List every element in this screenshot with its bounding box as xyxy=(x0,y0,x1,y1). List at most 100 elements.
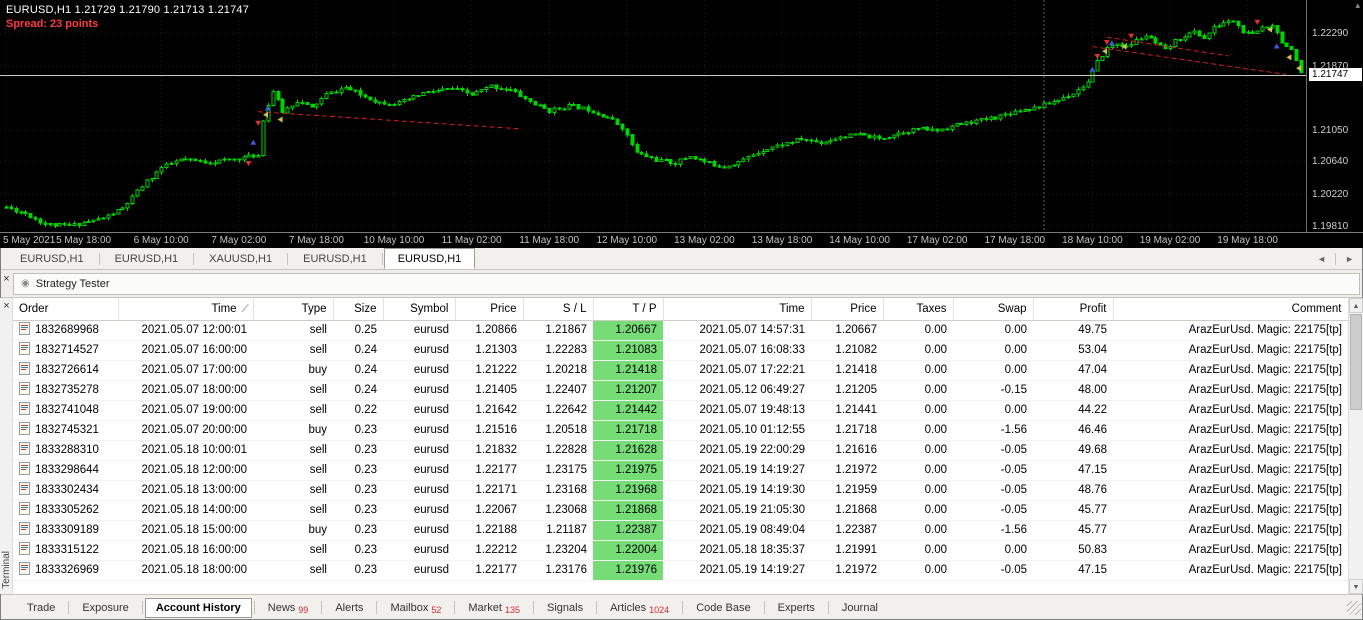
history-row[interactable]: 1833288310 2021.05.18 10:00:01 sell 0.23 eur… xyxy=(13,440,1348,461)
history-row[interactable]: 1833326969 2021.05.18 18:00:00 sell 0.23 eur… xyxy=(13,560,1348,581)
column-header-comment[interactable]: Comment xyxy=(1113,298,1348,321)
terminal-tab-alerts[interactable]: Alerts xyxy=(324,598,374,618)
chart-tab-eurusd-h1-0[interactable]: EURUSD,H1 xyxy=(6,248,98,269)
terminal-tab-mailbox[interactable]: Mailbox 52 xyxy=(379,598,452,618)
cell-comment: ArazEurUsd. Magic: 22175[tp] xyxy=(1113,340,1348,361)
trade-marker-icon xyxy=(250,139,257,145)
history-row[interactable]: 1833315122 2021.05.18 16:00:00 sell 0.23 eur… xyxy=(13,540,1348,561)
chart-tabs-scroll-right-icon[interactable]: ► xyxy=(1342,252,1357,266)
history-row[interactable]: 1832745321 2021.05.07 20:00:00 buy 0.23 euru… xyxy=(13,420,1348,441)
column-header-profit[interactable]: Profit xyxy=(1033,298,1114,321)
trade-marker-icon xyxy=(1094,54,1101,59)
trade-marker-icon xyxy=(1273,43,1280,49)
scroll-up-icon[interactable]: ▲ xyxy=(1349,298,1363,313)
history-row[interactable]: 1832714527 2021.05.07 16:00:00 sell 0.24 eur… xyxy=(13,340,1348,361)
resize-grip[interactable] xyxy=(1347,600,1361,615)
cell-price: 1.21082 xyxy=(811,340,883,361)
cell-swap: -0.05 xyxy=(953,560,1033,581)
chart-tab-eurusd-h1-4[interactable]: EURUSD,H1 xyxy=(383,248,476,269)
strategy-tester-header[interactable]: ◉ Strategy Tester xyxy=(13,272,1360,295)
terminal-tab-market[interactable]: Market 135 xyxy=(457,598,531,618)
chart-tab-eurusd-h1-1[interactable]: EURUSD,H1 xyxy=(101,248,193,269)
history-row[interactable]: 1832689968 2021.05.07 12:00:01 sell 0.25 eur… xyxy=(13,320,1348,341)
cell-time: 2021.05.19 14:19:27 xyxy=(663,460,811,481)
cell-time: 2021.05.19 21:05:30 xyxy=(663,500,811,521)
terminal-tab-news[interactable]: News 99 xyxy=(257,598,320,618)
history-row[interactable]: 1833305262 2021.05.18 14:00:00 sell 0.23 eur… xyxy=(13,500,1348,521)
history-row[interactable]: 1832726614 2021.05.07 17:00:00 buy 0.24 euru… xyxy=(13,360,1348,381)
order-note-icon xyxy=(19,442,30,458)
time-axis-label: 18 May 10:00 xyxy=(1062,235,1123,246)
sort-indicator-icon: ∕ xyxy=(244,302,247,315)
cell-price: 1.21222 xyxy=(455,360,523,381)
cell-comment: ArazEurUsd. Magic: 22175[tp] xyxy=(1113,320,1348,341)
chart-tab-xauusd-h1-2[interactable]: XAUUSD,H1 xyxy=(195,248,286,269)
column-header-price-close[interactable]: Price xyxy=(811,298,884,321)
cell-size: 0.24 xyxy=(333,360,383,381)
column-header-swap[interactable]: Swap xyxy=(953,298,1034,321)
tab-divider xyxy=(1335,252,1337,265)
terminal-tab-journal[interactable]: Journal xyxy=(831,598,889,618)
price-axis: ▴ 1.21747 1.22290 1.21870 1.21050 1.20640 1.… xyxy=(1306,0,1363,232)
column-header-size[interactable]: Size xyxy=(333,298,384,321)
cell-comment: ArazEurUsd. Magic: 22175[tp] xyxy=(1113,520,1348,541)
order-note-icon xyxy=(19,542,30,558)
history-row[interactable]: 1832741048 2021.05.07 19:00:00 sell 0.22 eur… xyxy=(13,400,1348,421)
trade-marker-icon xyxy=(255,120,262,126)
chart-panel[interactable]: ▴ 1.21747 1.22290 1.21870 1.21050 1.20640 1.… xyxy=(0,0,1363,248)
history-row[interactable]: 1833298644 2021.05.18 12:00:00 sell 0.23 eur… xyxy=(13,460,1348,481)
order-cell: 1832689968 xyxy=(13,320,118,341)
tab-badge-count: 99 xyxy=(298,604,309,615)
cell-symbol: eurusd xyxy=(383,520,455,541)
cell-size: 0.25 xyxy=(333,320,383,341)
column-header-symbol[interactable]: Symbol xyxy=(383,298,456,321)
cell-comment: ArazEurUsd. Magic: 22175[tp] xyxy=(1113,440,1348,461)
history-row[interactable]: 1833302434 2021.05.18 13:00:00 sell 0.23 eur… xyxy=(13,480,1348,501)
candlestick-chart[interactable] xyxy=(0,0,1306,232)
chart-tab-eurusd-h1-3[interactable]: EURUSD,H1 xyxy=(289,248,381,269)
vertical-scrollbar[interactable]: ▲ ▼ xyxy=(1348,298,1363,594)
history-row[interactable]: 1832735278 2021.05.07 18:00:00 sell 0.24 eur… xyxy=(13,380,1348,401)
terminal-tab-account-history[interactable]: Account History xyxy=(144,597,252,618)
cell-price: 1.22067 xyxy=(455,500,523,521)
column-header-price[interactable]: Price xyxy=(455,298,524,321)
cell-size: 0.23 xyxy=(333,520,383,541)
terminal-edge-strip: × Terminal xyxy=(0,298,13,594)
history-row[interactable]: 1833309189 2021.05.18 15:00:00 buy 0.23 euru… xyxy=(13,520,1348,541)
terminal-tab-exposure[interactable]: Exposure xyxy=(71,598,139,618)
cell-type: sell xyxy=(253,400,333,421)
column-header-t-p[interactable]: T / P xyxy=(593,298,664,321)
cell-time: 2021.05.18 12:00:00 xyxy=(118,460,253,481)
column-header-type[interactable]: Type xyxy=(253,298,334,321)
cell-time: 2021.05.19 08:49:04 xyxy=(663,520,811,541)
terminal-side-label: Terminal xyxy=(1,551,12,589)
cell-price: 1.21516 xyxy=(455,420,523,441)
column-header-time[interactable]: Time ∕ xyxy=(118,298,254,321)
terminal-tab-trade[interactable]: Trade xyxy=(16,598,66,618)
time-axis-label: 17 May 18:00 xyxy=(984,235,1046,246)
time-axis-label: 10 May 10:00 xyxy=(363,235,425,246)
time-axis-label: 11 May 02:00 xyxy=(441,235,502,246)
close-icon[interactable]: × xyxy=(0,270,13,286)
time-axis-label: 13 May 18:00 xyxy=(751,235,813,246)
column-header-s-l[interactable]: S / L xyxy=(523,298,594,321)
cell-price: 1.21868 xyxy=(811,500,883,521)
terminal-tab-code-base[interactable]: Code Base xyxy=(685,598,761,618)
terminal-tab-signals[interactable]: Signals xyxy=(536,598,594,618)
column-header-order[interactable]: Order xyxy=(13,298,119,321)
cell-swap: 0.00 xyxy=(953,540,1033,561)
scroll-down-icon[interactable]: ▼ xyxy=(1349,579,1363,594)
tab-divider xyxy=(454,601,456,614)
terminal-tab-experts[interactable]: Experts xyxy=(767,598,826,618)
column-header-taxes[interactable]: Taxes xyxy=(883,298,954,321)
strategy-tester-bar: × ◉ Strategy Tester xyxy=(0,270,1363,298)
order-cell: 1832726614 xyxy=(13,360,118,381)
close-icon[interactable]: × xyxy=(0,300,13,313)
order-note-icon xyxy=(19,322,30,338)
terminal-tab-articles[interactable]: Articles 1024 xyxy=(599,598,680,618)
chart-tabs-scroll-left-icon[interactable]: ◄ xyxy=(1314,252,1329,266)
cell-symbol: eurusd xyxy=(383,560,455,581)
scrollbar-thumb[interactable] xyxy=(1350,314,1362,410)
column-header-time-close[interactable]: Time xyxy=(663,298,812,321)
cell-s-l: 1.23176 xyxy=(523,560,593,581)
